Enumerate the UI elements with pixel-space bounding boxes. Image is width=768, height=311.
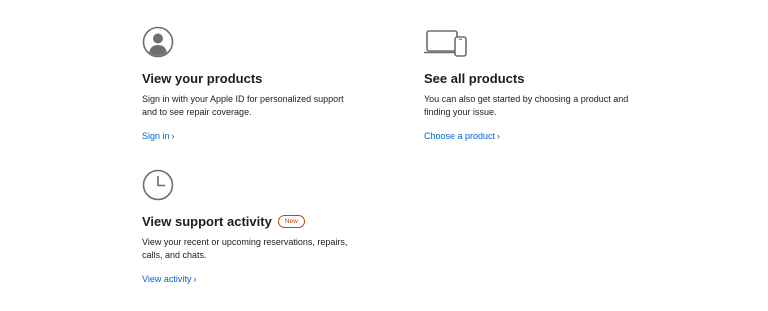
- person-circle-icon: [142, 26, 382, 62]
- laptop-phone-icon: [424, 26, 664, 62]
- view-activity-link[interactable]: View activity ›: [142, 273, 196, 285]
- choose-product-link[interactable]: Choose a product ›: [424, 130, 500, 142]
- card-description: You can also get started by choosing a p…: [424, 94, 629, 117]
- clock-icon: [142, 169, 382, 205]
- support-activity-card: View support activity New View your rece…: [142, 169, 382, 287]
- see-all-products-card: See all products You can also get starte…: [424, 26, 664, 144]
- chevron-right-icon: ›: [497, 131, 501, 141]
- link-label: View activity: [142, 274, 192, 284]
- link-label: Sign in: [142, 131, 170, 141]
- card-title: View your products: [142, 71, 263, 86]
- new-badge: New: [277, 215, 305, 228]
- card-title: View support activity: [142, 214, 272, 229]
- view-products-card: View your products Sign in with your App…: [142, 26, 382, 144]
- card-title: See all products: [424, 71, 525, 86]
- link-label: Choose a product: [424, 131, 496, 141]
- chevron-right-icon: ›: [171, 131, 175, 141]
- card-description: Sign in with your Apple ID for personali…: [142, 94, 344, 117]
- card-description: View your recent or upcoming reservation…: [142, 237, 348, 260]
- sign-in-link[interactable]: Sign in ›: [142, 130, 175, 142]
- chevron-right-icon: ›: [193, 274, 197, 284]
